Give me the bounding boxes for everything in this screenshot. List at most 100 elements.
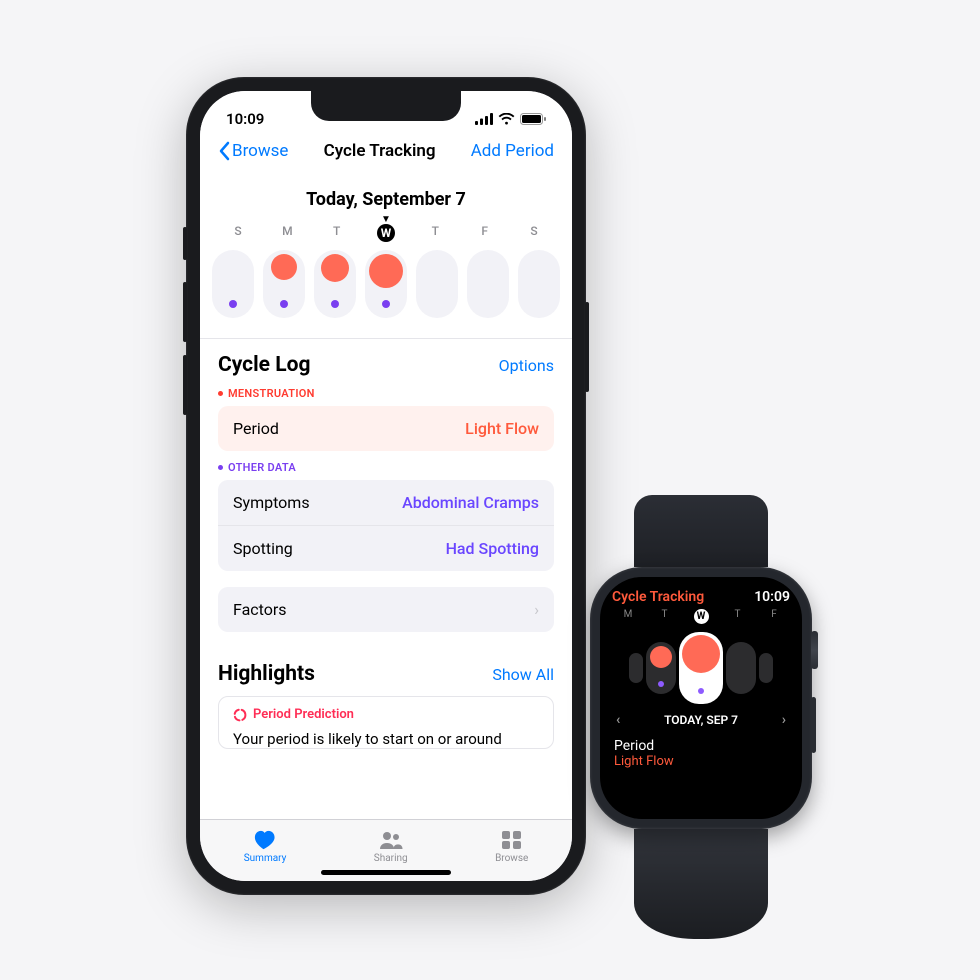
- watch-pill-prev2[interactable]: [629, 653, 643, 683]
- weekday-letter: S: [218, 224, 258, 242]
- watch-period-label: Period: [614, 738, 788, 754]
- watch-case: Cycle Tracking 10:09 MTWTF ‹ TODAY,: [590, 567, 812, 829]
- cycle-pill[interactable]: [416, 250, 458, 318]
- weekday-row: SMTWTFS: [200, 224, 572, 242]
- prediction-icon: [233, 708, 247, 722]
- period-label: Period: [233, 419, 279, 438]
- tab-sharing[interactable]: Sharing: [374, 829, 408, 864]
- dot-icon: [218, 391, 223, 396]
- cycle-pill[interactable]: [467, 250, 509, 318]
- cycle-pill[interactable]: [365, 250, 407, 318]
- other-data-label: OTHER DATA: [218, 461, 554, 474]
- watch-prev-button[interactable]: ‹: [616, 712, 620, 728]
- cycle-pill[interactable]: [518, 250, 560, 318]
- back-button[interactable]: Browse: [218, 141, 288, 161]
- prediction-card-body: Your period is likely to start on or aro…: [233, 722, 539, 748]
- watch-time: 10:09: [754, 589, 790, 605]
- watch-weekday-letter: M: [616, 609, 640, 624]
- symptoms-value: Abdominal Cramps: [402, 493, 539, 512]
- watch-band-top: [634, 495, 768, 567]
- watch-weekday-letter: F: [762, 609, 786, 624]
- spotting-value: Had Spotting: [446, 539, 539, 558]
- watch-side-button[interactable]: [811, 697, 816, 753]
- cycle-pill[interactable]: [263, 250, 305, 318]
- digital-crown[interactable]: [811, 631, 818, 669]
- tab-summary[interactable]: Summary: [244, 829, 287, 864]
- tab-browse-label: Browse: [495, 853, 528, 864]
- chevron-right-icon: ›: [534, 600, 539, 619]
- cellular-icon: [475, 113, 493, 125]
- watch-pill-prev1[interactable]: [646, 642, 676, 694]
- watch-weekday-letter: W: [689, 609, 713, 624]
- show-all-button[interactable]: Show All: [492, 665, 554, 684]
- watch-cycle-pills[interactable]: [612, 626, 790, 712]
- people-icon: [379, 829, 403, 851]
- watch-weekday-letter: T: [653, 609, 677, 624]
- cycle-day-pills[interactable]: [200, 242, 572, 339]
- spotting-row[interactable]: Spotting Had Spotting: [218, 525, 554, 571]
- highlights-title: Highlights: [218, 662, 315, 686]
- tab-sharing-label: Sharing: [374, 853, 408, 864]
- symptoms-row[interactable]: Symptoms Abdominal Cramps: [218, 480, 554, 525]
- prediction-card-title: Period Prediction: [253, 707, 354, 722]
- menstruation-label: MENSTRUATION: [218, 387, 554, 400]
- watch-period-row[interactable]: Period Light Flow: [612, 728, 790, 769]
- watch-pill-next2[interactable]: [759, 653, 773, 683]
- other-data-group: Symptoms Abdominal Cramps Spotting Had S…: [218, 480, 554, 571]
- watch-date-label: TODAY, SEP 7: [664, 713, 738, 727]
- heart-icon: [253, 829, 277, 851]
- grid-icon: [500, 829, 524, 851]
- tab-summary-label: Summary: [244, 853, 287, 864]
- iphone-screen: 10:09 Browse Cycle Tracking Add Period T…: [200, 91, 572, 881]
- add-period-button[interactable]: Add Period: [471, 141, 554, 161]
- phone-mute-switch: [183, 227, 187, 260]
- watch-weekday-letter: T: [726, 609, 750, 624]
- apple-watch-device: Cycle Tracking 10:09 MTWTF ‹ TODAY,: [590, 495, 812, 939]
- phone-side-button: [585, 302, 589, 392]
- battery-icon: [520, 113, 546, 125]
- weekday-letter: S: [514, 224, 554, 242]
- dot-icon: [218, 465, 223, 470]
- cycle-pill[interactable]: [212, 250, 254, 318]
- cycle-pill[interactable]: [314, 250, 356, 318]
- watch-app-title: Cycle Tracking: [612, 589, 704, 605]
- wifi-icon: [498, 113, 515, 125]
- status-time: 10:09: [226, 110, 264, 128]
- back-label: Browse: [232, 141, 288, 161]
- phone-volume-up: [183, 282, 187, 342]
- main-content: Today, September 7 ▼ SMTWTFS Cycle Log O…: [200, 173, 572, 819]
- weekday-letter: F: [465, 224, 505, 242]
- cycle-log-section: Cycle Log Options MENSTRUATION Period Li…: [200, 339, 572, 644]
- watch-next-button[interactable]: ›: [782, 712, 786, 728]
- today-pointer-icon: ▼: [200, 216, 572, 224]
- highlights-section: Highlights Show All Period Prediction Yo…: [200, 644, 572, 749]
- weekday-letter: W: [377, 224, 395, 242]
- chevron-left-icon: [218, 141, 230, 161]
- watch-band-bottom: [634, 829, 768, 939]
- nav-title: Cycle Tracking: [324, 141, 436, 161]
- home-indicator[interactable]: [321, 870, 451, 875]
- weekday-letter: T: [415, 224, 455, 242]
- watch-pill-today[interactable]: [679, 632, 723, 704]
- period-value: Light Flow: [465, 419, 539, 438]
- watch-screen: Cycle Tracking 10:09 MTWTF ‹ TODAY,: [600, 577, 802, 819]
- factors-row[interactable]: Factors ›: [218, 587, 554, 632]
- watch-period-value: Light Flow: [614, 754, 788, 769]
- period-row[interactable]: Period Light Flow: [218, 406, 554, 451]
- tab-browse[interactable]: Browse: [495, 829, 528, 864]
- today-label: Today, September 7: [200, 173, 572, 216]
- cycle-log-title: Cycle Log: [218, 353, 310, 377]
- watch-date-nav: ‹ TODAY, SEP 7 ›: [612, 712, 790, 728]
- watch-pill-next1[interactable]: [726, 642, 756, 694]
- cycle-log-options-button[interactable]: Options: [499, 356, 554, 375]
- iphone-device: 10:09 Browse Cycle Tracking Add Period T…: [186, 77, 586, 895]
- weekday-letter: T: [317, 224, 357, 242]
- phone-volume-down: [183, 355, 187, 415]
- iphone-notch: [311, 91, 461, 121]
- watch-weekday-row: MTWTF: [612, 605, 790, 626]
- symptoms-label: Symptoms: [233, 493, 310, 512]
- weekday-letter: M: [267, 224, 307, 242]
- spotting-label: Spotting: [233, 539, 293, 558]
- factors-label: Factors: [233, 600, 287, 619]
- period-prediction-card[interactable]: Period Prediction Your period is likely …: [218, 696, 554, 749]
